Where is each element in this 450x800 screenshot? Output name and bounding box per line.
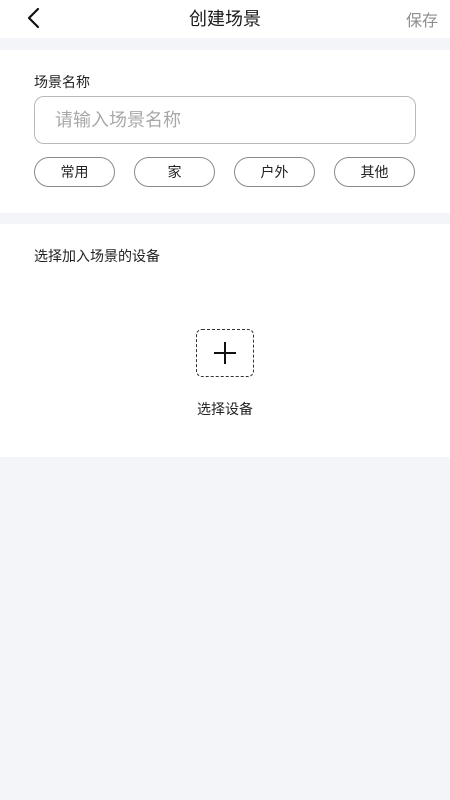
tag-chip-home[interactable]: 家	[134, 157, 215, 187]
tag-chip-other[interactable]: 其他	[334, 157, 415, 187]
device-selection-section: 选择加入场景的设备 选择设备	[0, 224, 450, 457]
tag-chip-common[interactable]: 常用	[34, 157, 115, 187]
devices-section-label: 选择加入场景的设备	[34, 249, 160, 265]
save-button[interactable]: 保存	[406, 7, 438, 31]
scene-name-label: 场景名称	[34, 75, 90, 91]
top-navigation-bar: 创建场景 保存	[0, 0, 450, 38]
plus-icon	[214, 342, 236, 364]
scene-tag-group: 常用 家 户外 其他	[34, 157, 416, 187]
chevron-left-icon	[27, 7, 40, 29]
scene-name-input[interactable]	[34, 96, 416, 144]
tag-chip-outdoor[interactable]: 户外	[234, 157, 315, 187]
add-device-label[interactable]: 选择设备	[0, 399, 450, 419]
back-button[interactable]	[22, 6, 46, 30]
scene-name-section: 场景名称 常用 家 户外 其他	[0, 50, 450, 213]
add-device-button[interactable]	[196, 329, 254, 377]
page-title: 创建场景	[189, 9, 261, 30]
